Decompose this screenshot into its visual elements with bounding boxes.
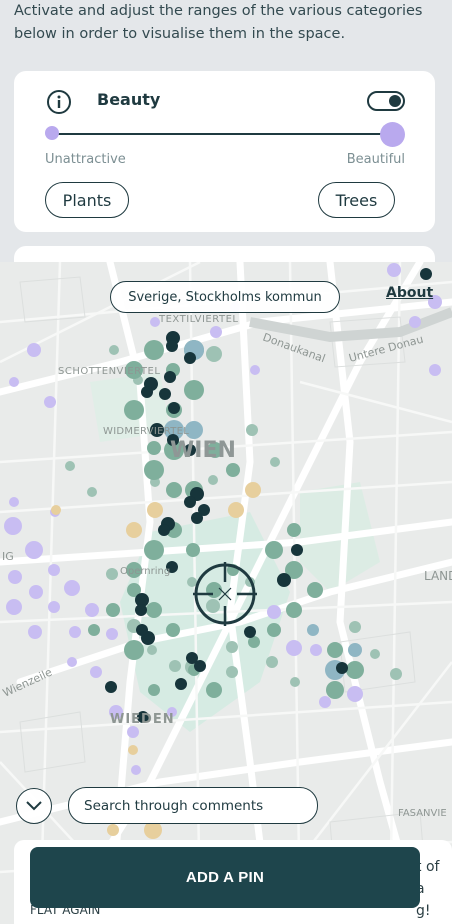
location-selector[interactable]: Sverige, Stockholms kommun: [110, 281, 340, 313]
chevron-down-icon: [26, 801, 42, 811]
category-toggle[interactable]: [367, 91, 405, 111]
street-label-schotten: SCHOTTENVIERTEL: [58, 366, 160, 377]
collapse-button[interactable]: [16, 788, 52, 824]
intro-text: Activate and adjust the ranges of the va…: [14, 3, 423, 42]
range-slider-min-handle[interactable]: [45, 126, 59, 140]
chip-plants[interactable]: Plants: [45, 182, 129, 218]
svg-text:WIDMERVIERTEL: WIDMERVIERTEL: [103, 426, 189, 437]
city-label-wien: WIEN: [170, 438, 236, 463]
add-pin-button[interactable]: ADD A PIN: [30, 847, 420, 908]
comment-preview-line-1: t of a: [416, 859, 440, 897]
district-label-textil: TEXTILVIERTEL: [158, 314, 238, 325]
svg-text:WIEDEN: WIEDEN: [110, 712, 175, 727]
crosshair-icon: [193, 562, 257, 626]
chip-trees[interactable]: Trees: [318, 182, 395, 218]
category-title: Beauty: [97, 90, 161, 109]
svg-text:IG: IG: [2, 550, 14, 563]
svg-text:LAND: LAND: [424, 569, 452, 583]
svg-text:Opernring: Opernring: [120, 566, 170, 577]
toggle-knob: [389, 95, 401, 107]
comment-search-input[interactable]: [68, 787, 318, 824]
range-slider-track[interactable]: [52, 133, 393, 135]
range-slider-max-handle[interactable]: [380, 122, 405, 147]
svg-text:FASANVIE: FASANVIE: [398, 808, 447, 819]
info-icon[interactable]: [46, 89, 72, 115]
about-link[interactable]: About: [386, 285, 433, 301]
slider-max-label: Beautiful: [346, 152, 405, 167]
slider-min-label: Unattractive: [45, 152, 126, 167]
comment-preview-text: t of a g!: [416, 856, 452, 922]
comment-preview-line-2: g!: [416, 903, 431, 919]
